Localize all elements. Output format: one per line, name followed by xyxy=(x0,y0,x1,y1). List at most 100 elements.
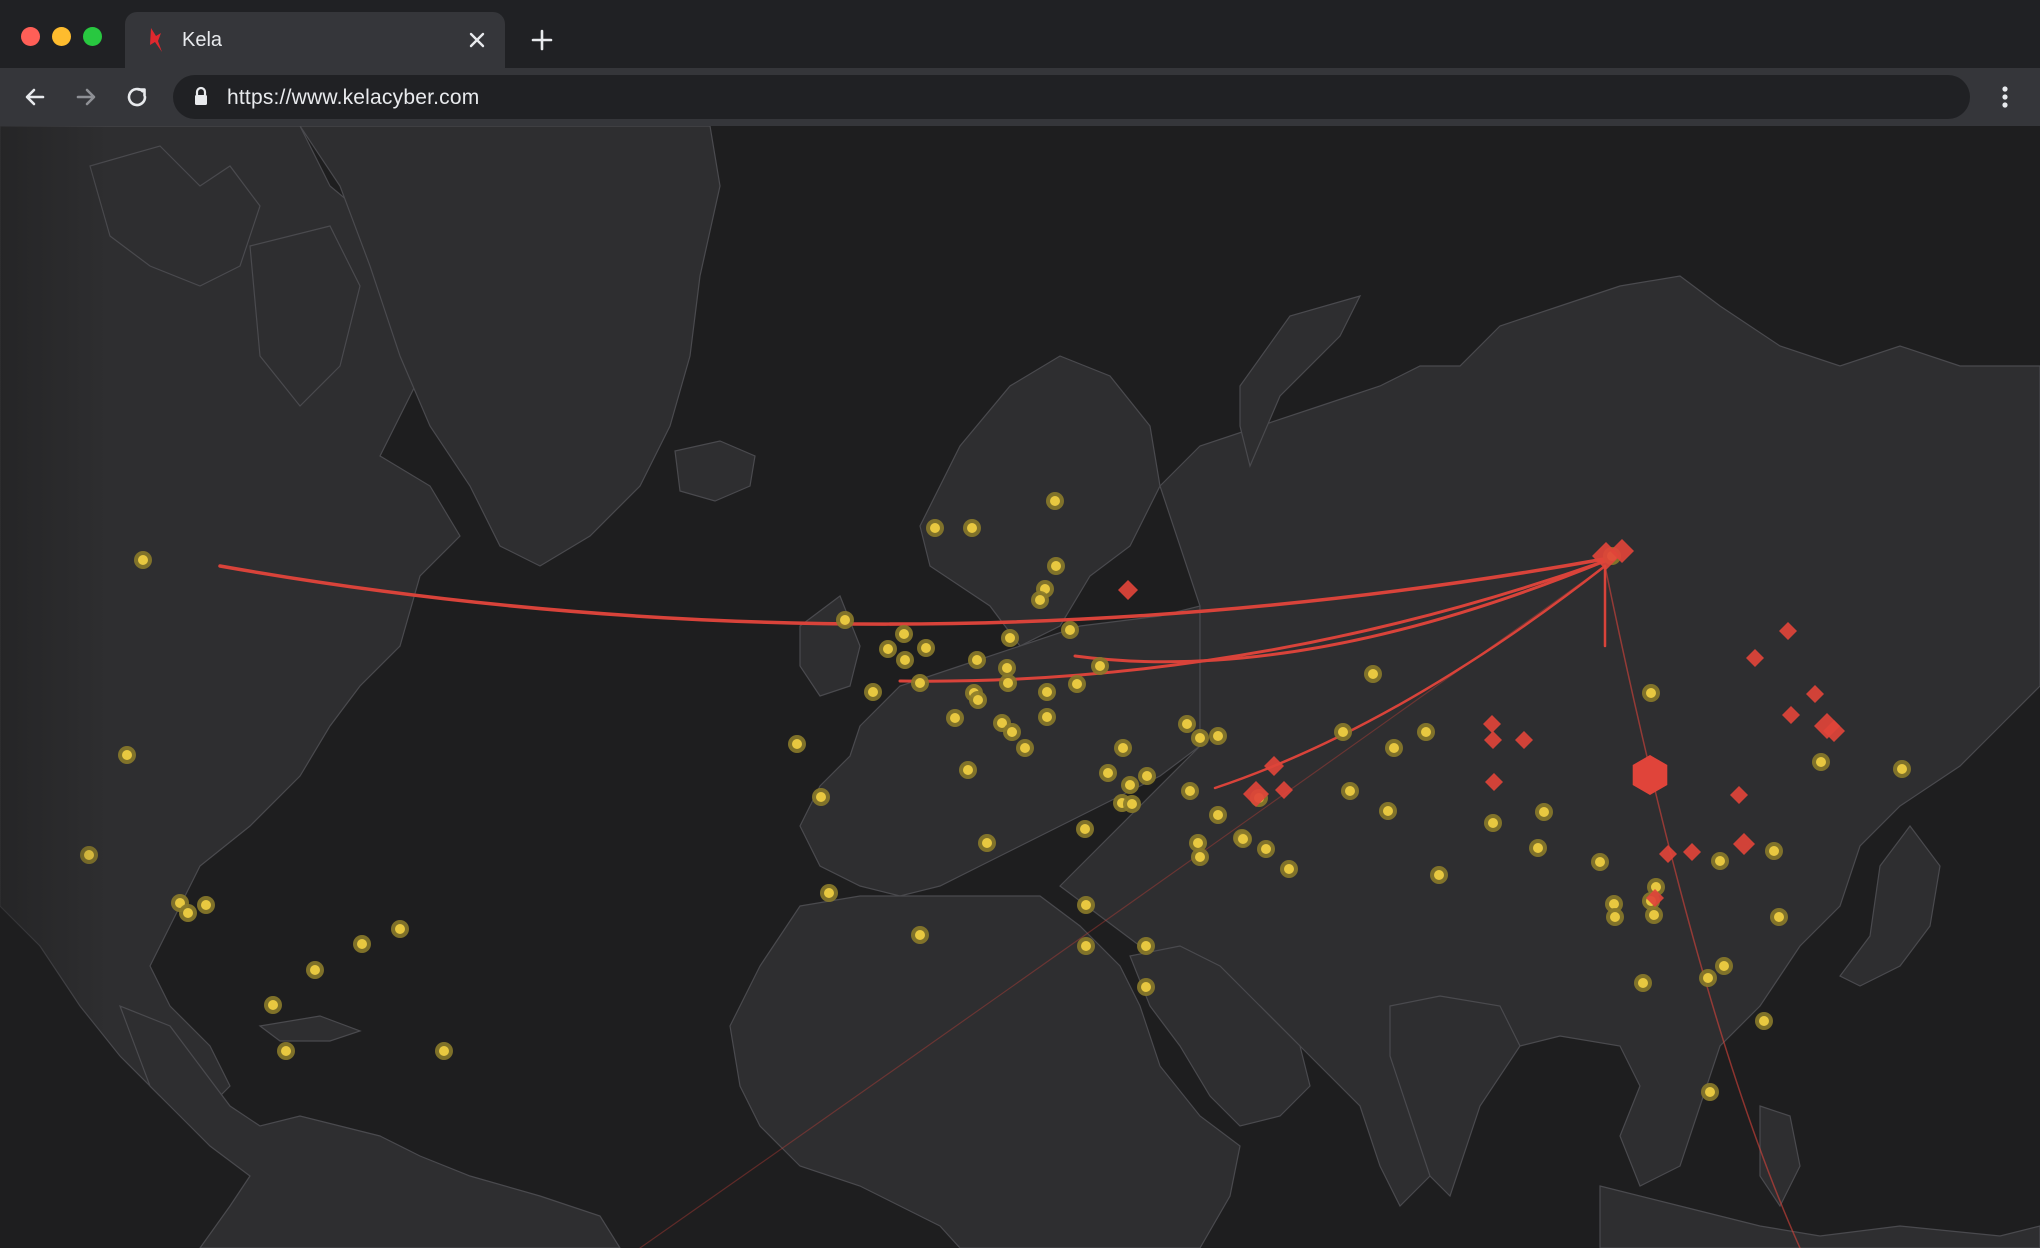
red-diamond-threat-marker[interactable] xyxy=(1118,580,1138,600)
yellow-point-marker[interactable] xyxy=(118,746,136,764)
yellow-point-marker[interactable] xyxy=(1364,665,1382,683)
yellow-point-marker[interactable] xyxy=(1334,723,1352,741)
yellow-point-marker[interactable] xyxy=(1077,896,1095,914)
yellow-point-marker[interactable] xyxy=(1001,629,1019,647)
yellow-point-marker[interactable] xyxy=(1591,853,1609,871)
yellow-point-marker[interactable] xyxy=(895,625,913,643)
yellow-point-marker[interactable] xyxy=(1038,683,1056,701)
yellow-point-marker[interactable] xyxy=(391,920,409,938)
browser-toolbar: https://www.kelacyber.com xyxy=(0,68,2040,126)
yellow-point-marker[interactable] xyxy=(1181,782,1199,800)
yellow-point-marker[interactable] xyxy=(1191,848,1209,866)
yellow-point-marker[interactable] xyxy=(969,691,987,709)
yellow-point-marker[interactable] xyxy=(1234,830,1252,848)
yellow-point-marker[interactable] xyxy=(917,639,935,657)
yellow-point-marker[interactable] xyxy=(306,961,324,979)
yellow-point-marker[interactable] xyxy=(896,651,914,669)
yellow-point-marker[interactable] xyxy=(788,735,806,753)
world-map xyxy=(0,126,2040,1248)
yellow-point-marker[interactable] xyxy=(1484,814,1502,832)
maximize-window-button[interactable] xyxy=(83,27,102,46)
yellow-point-marker[interactable] xyxy=(1280,860,1298,878)
yellow-point-marker[interactable] xyxy=(1893,760,1911,778)
yellow-point-marker[interactable] xyxy=(946,709,964,727)
yellow-point-marker[interactable] xyxy=(999,674,1017,692)
yellow-point-marker[interactable] xyxy=(435,1042,453,1060)
yellow-point-marker[interactable] xyxy=(911,674,929,692)
yellow-point-marker[interactable] xyxy=(1209,806,1227,824)
yellow-point-marker[interactable] xyxy=(1755,1012,1773,1030)
yellow-point-marker[interactable] xyxy=(1341,782,1359,800)
yellow-point-marker[interactable] xyxy=(1385,739,1403,757)
yellow-point-marker[interactable] xyxy=(1642,684,1660,702)
yellow-point-marker[interactable] xyxy=(1061,621,1079,639)
yellow-point-marker[interactable] xyxy=(1123,795,1141,813)
yellow-point-marker[interactable] xyxy=(197,896,215,914)
yellow-point-marker[interactable] xyxy=(1114,739,1132,757)
yellow-point-marker[interactable] xyxy=(1038,708,1056,726)
yellow-point-marker[interactable] xyxy=(353,935,371,953)
yellow-point-marker[interactable] xyxy=(1634,974,1652,992)
minimize-window-button[interactable] xyxy=(52,27,71,46)
yellow-point-marker[interactable] xyxy=(1091,657,1109,675)
yellow-point-marker[interactable] xyxy=(1715,957,1733,975)
close-window-button[interactable] xyxy=(21,27,40,46)
yellow-point-marker[interactable] xyxy=(1068,675,1086,693)
yellow-point-marker[interactable] xyxy=(264,996,282,1014)
yellow-point-marker[interactable] xyxy=(864,683,882,701)
back-button[interactable] xyxy=(18,80,52,114)
yellow-point-marker[interactable] xyxy=(1137,937,1155,955)
yellow-point-marker[interactable] xyxy=(1529,839,1547,857)
yellow-point-marker[interactable] xyxy=(1099,764,1117,782)
yellow-point-marker[interactable] xyxy=(1047,557,1065,575)
yellow-point-marker[interactable] xyxy=(978,834,996,852)
yellow-point-marker[interactable] xyxy=(1430,866,1448,884)
yellow-point-marker[interactable] xyxy=(1016,739,1034,757)
yellow-point-marker[interactable] xyxy=(968,651,986,669)
yellow-point-marker[interactable] xyxy=(959,761,977,779)
yellow-point-marker[interactable] xyxy=(1003,723,1021,741)
yellow-point-marker[interactable] xyxy=(1077,937,1095,955)
yellow-point-marker[interactable] xyxy=(1379,802,1397,820)
browser-menu-button[interactable] xyxy=(1990,80,2020,114)
close-icon[interactable] xyxy=(463,26,491,54)
yellow-point-marker[interactable] xyxy=(812,788,830,806)
yellow-point-marker[interactable] xyxy=(1606,908,1624,926)
yellow-point-marker[interactable] xyxy=(1031,591,1049,609)
yellow-point-marker[interactable] xyxy=(836,611,854,629)
yellow-point-marker[interactable] xyxy=(1137,978,1155,996)
yellow-point-marker[interactable] xyxy=(1645,906,1663,924)
lock-icon[interactable] xyxy=(191,85,211,109)
yellow-point-marker[interactable] xyxy=(879,640,897,658)
yellow-point-marker[interactable] xyxy=(1076,820,1094,838)
yellow-point-marker[interactable] xyxy=(277,1042,295,1060)
yellow-point-marker[interactable] xyxy=(1209,727,1227,745)
plus-icon[interactable] xyxy=(524,22,560,58)
yellow-point-marker[interactable] xyxy=(1765,842,1783,860)
yellow-point-marker[interactable] xyxy=(911,926,929,944)
yellow-point-marker[interactable] xyxy=(1699,969,1717,987)
yellow-point-marker[interactable] xyxy=(1138,767,1156,785)
yellow-point-marker[interactable] xyxy=(1417,723,1435,741)
yellow-point-marker[interactable] xyxy=(1257,840,1275,858)
address-bar[interactable]: https://www.kelacyber.com xyxy=(173,75,1970,119)
url-text[interactable]: https://www.kelacyber.com xyxy=(227,86,479,110)
yellow-point-marker[interactable] xyxy=(963,519,981,537)
browser-tab[interactable]: Kela xyxy=(125,12,505,68)
yellow-point-marker[interactable] xyxy=(1535,803,1553,821)
yellow-point-marker[interactable] xyxy=(1121,776,1139,794)
yellow-point-marker[interactable] xyxy=(134,551,152,569)
yellow-point-marker[interactable] xyxy=(1046,492,1064,510)
yellow-point-marker[interactable] xyxy=(1812,753,1830,771)
yellow-point-marker[interactable] xyxy=(1701,1083,1719,1101)
reload-button[interactable] xyxy=(120,80,154,114)
yellow-point-marker[interactable] xyxy=(820,884,838,902)
yellow-point-marker[interactable] xyxy=(1178,715,1196,733)
yellow-point-marker[interactable] xyxy=(1770,908,1788,926)
yellow-point-marker[interactable] xyxy=(179,904,197,922)
threat-map[interactable] xyxy=(0,126,2040,1248)
yellow-point-marker[interactable] xyxy=(926,519,944,537)
yellow-point-marker[interactable] xyxy=(1711,852,1729,870)
yellow-point-marker[interactable] xyxy=(1191,729,1209,747)
forward-button[interactable] xyxy=(69,80,103,114)
